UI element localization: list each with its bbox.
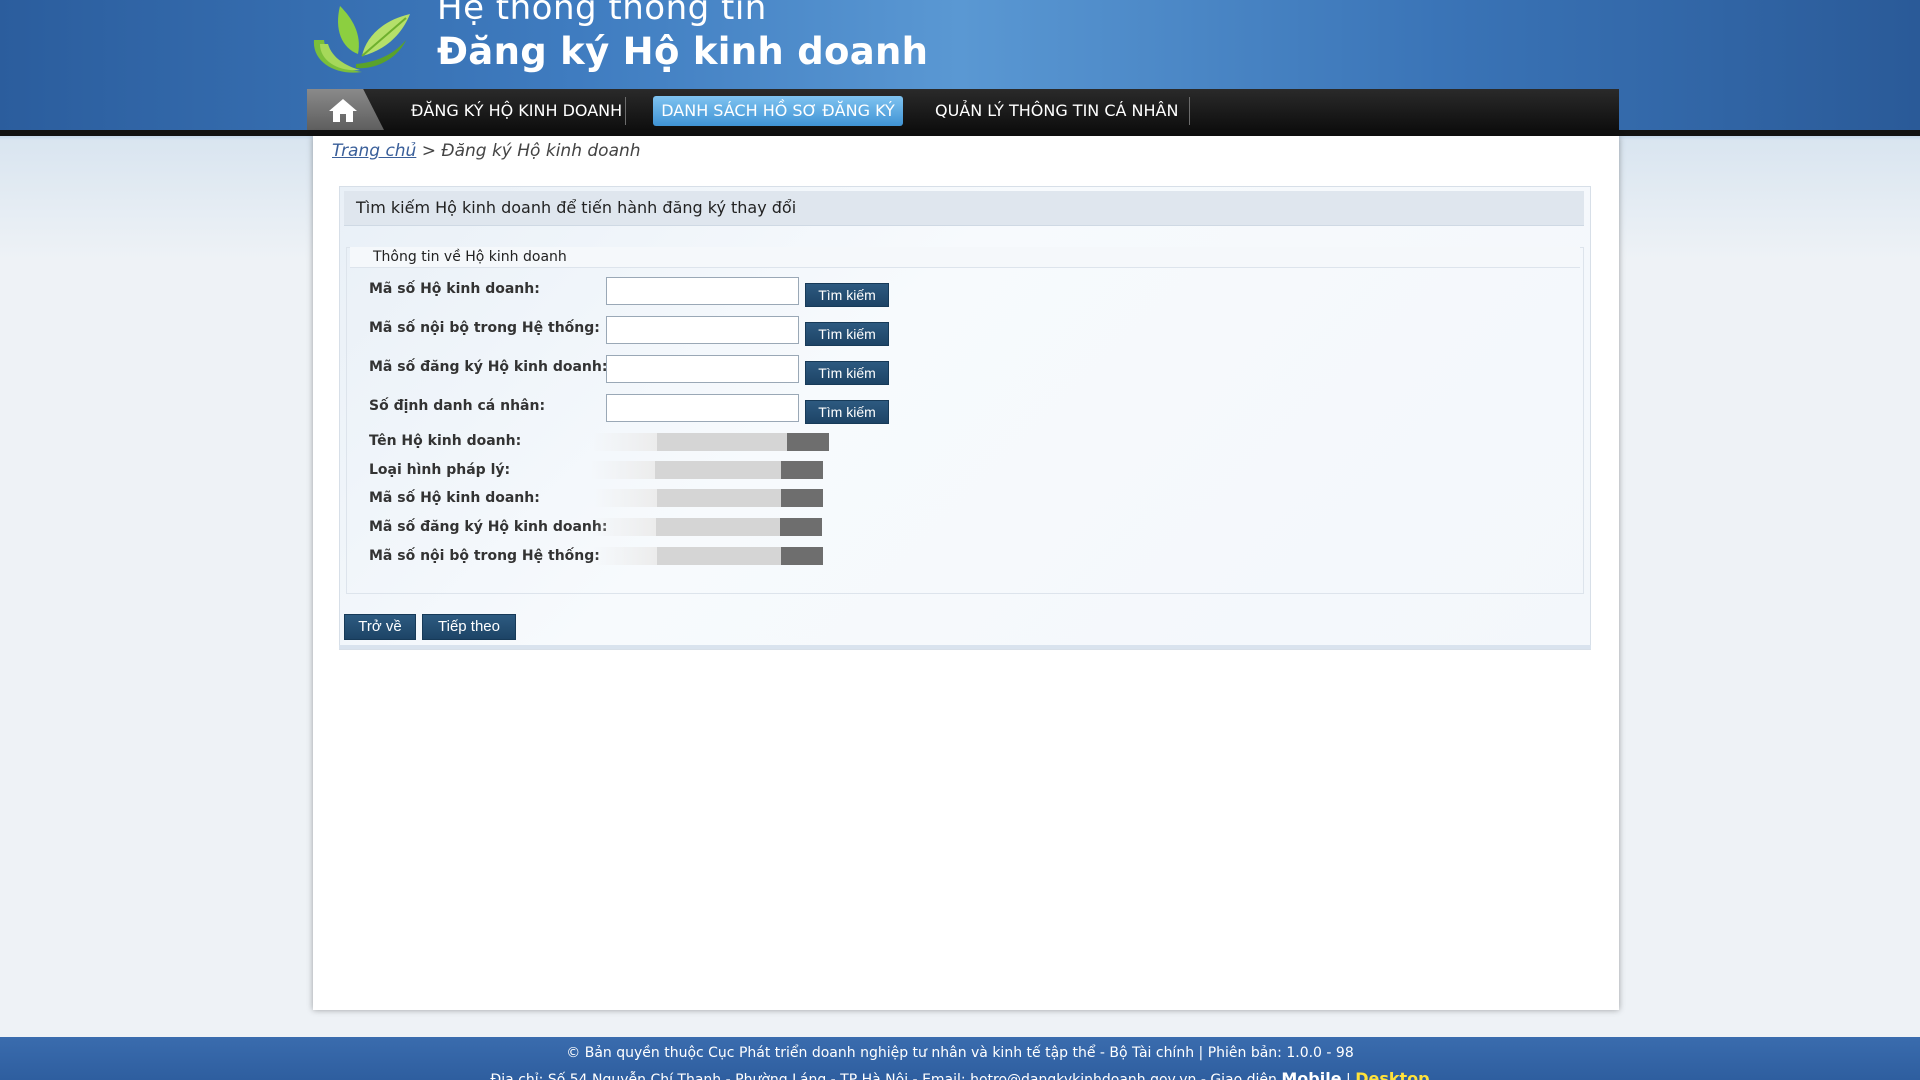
footer-address: Địa chỉ: Số 54 Nguyễn Chí Thanh - Phường…	[490, 1072, 1277, 1080]
personal-id-label: Số định danh cá nhân:	[369, 398, 546, 414]
result-legal-type-label: Loại hình pháp lý:	[369, 462, 511, 478]
site-title-line-1: Hệ thống thông tin	[437, 0, 767, 28]
breadcrumb-home-link[interactable]: Trang chủ	[332, 141, 416, 161]
nav-item-registration-list[interactable]: DANH SÁCH HỒ SƠ ĐĂNG KÝ	[653, 96, 903, 126]
nav-separator	[625, 97, 626, 125]
site-header: Hệ thống thông tin Đăng ký Hộ kinh doanh…	[0, 0, 1920, 132]
result-business-name-label: Tên Hộ kinh doanh:	[369, 433, 522, 449]
result-business-name-value	[593, 432, 829, 452]
search-panel: Tìm kiếm Hộ kinh doanh để tiến hành đăng…	[339, 186, 1591, 650]
internal-code-search-button[interactable]: Tìm kiếm	[805, 322, 889, 346]
result-legal-type-value	[591, 460, 823, 480]
site-title-line-2: Đăng ký Hộ kinh doanh	[437, 30, 929, 73]
breadcrumb: Trang chủ > Đăng ký Hộ kinh doanh	[332, 141, 641, 161]
result-internal-code-label: Mã số nội bộ trong Hệ thống:	[369, 548, 600, 564]
footer-contact: Địa chỉ: Số 54 Nguyễn Chí Thanh - Phường…	[0, 1069, 1920, 1080]
personal-id-input[interactable]	[606, 394, 799, 422]
nav-separator	[1189, 97, 1190, 125]
fieldset-legend: Thông tin về Hộ kinh doanh	[350, 247, 1580, 268]
site-footer: © Bản quyền thuộc Cục Phát triển doanh n…	[0, 1037, 1920, 1080]
registration-code-label: Mã số đăng ký Hộ kinh doanh:	[369, 359, 608, 375]
result-business-code-label: Mã số Hộ kinh doanh:	[369, 490, 540, 506]
footer-separator: |	[1346, 1072, 1351, 1080]
next-button[interactable]: Tiếp theo	[422, 614, 516, 640]
breadcrumb-separator: >	[421, 141, 436, 161]
fieldset-legend-text: Thông tin về Hộ kinh doanh	[373, 249, 567, 265]
business-code-label: Mã số Hộ kinh doanh:	[369, 281, 540, 297]
nav-item-register[interactable]: ĐĂNG KÝ HỘ KINH DOANH	[411, 89, 622, 132]
leaf-logo-icon[interactable]	[306, 0, 414, 74]
search-panel-header: Tìm kiếm Hộ kinh doanh để tiến hành đăng…	[344, 191, 1584, 226]
result-registration-code-value	[592, 517, 822, 537]
search-panel-title: Tìm kiếm Hộ kinh doanh để tiến hành đăng…	[356, 198, 797, 217]
mobile-view-link[interactable]: Mobile	[1281, 1069, 1341, 1080]
personal-id-search-button[interactable]: Tìm kiếm	[805, 400, 889, 424]
registration-code-input[interactable]	[606, 355, 799, 383]
nav-item-personal-info[interactable]: QUẢN LÝ THÔNG TIN CÁ NHÂN	[935, 89, 1178, 132]
panel-bottom-border	[339, 645, 1591, 649]
back-button[interactable]: Trở về	[344, 614, 416, 640]
breadcrumb-current: Đăng ký Hộ kinh doanh	[441, 141, 641, 161]
registration-code-search-button[interactable]: Tìm kiếm	[805, 361, 889, 385]
result-internal-code-value	[593, 546, 823, 566]
business-code-input[interactable]	[606, 277, 799, 305]
nav-home-button[interactable]	[307, 89, 385, 132]
business-code-search-button[interactable]: Tìm kiếm	[805, 283, 889, 307]
footer-copyright: © Bản quyền thuộc Cục Phát triển doanh n…	[566, 1045, 1354, 1061]
main-content: Trang chủ > Đăng ký Hộ kinh doanh Tìm ki…	[313, 136, 1619, 1010]
desktop-view-link[interactable]: Desktop	[1355, 1069, 1429, 1080]
main-navigation: ĐĂNG KÝ HỘ KINH DOANH DANH SÁCH HỒ SƠ ĐĂ…	[307, 89, 1619, 132]
internal-code-label: Mã số nội bộ trong Hệ thống:	[369, 320, 600, 336]
home-icon	[328, 97, 358, 127]
business-info-fieldset: Thông tin về Hộ kinh doanh Mã số Hộ kinh…	[346, 247, 1584, 594]
internal-code-input[interactable]	[606, 316, 799, 344]
result-registration-code-label: Mã số đăng ký Hộ kinh doanh:	[369, 519, 608, 535]
result-business-code-value	[593, 488, 823, 508]
